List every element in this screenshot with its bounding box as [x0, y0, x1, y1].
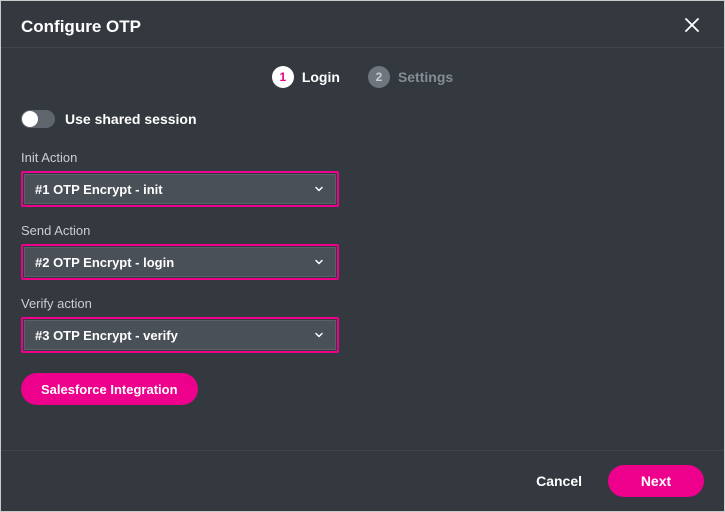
chevron-down-icon: [313, 256, 325, 268]
chevron-down-icon: [313, 183, 325, 195]
modal-header: Configure OTP: [1, 1, 724, 48]
init-action-label: Init Action: [21, 150, 704, 165]
cancel-button[interactable]: Cancel: [536, 473, 582, 489]
shared-session-row: Use shared session: [21, 110, 704, 128]
send-action-highlight: #2 OTP Encrypt - login: [21, 244, 339, 280]
shared-session-label: Use shared session: [65, 111, 197, 127]
next-button[interactable]: Next: [608, 465, 704, 497]
modal-footer: Cancel Next: [1, 450, 724, 511]
verify-action-group: Verify action #3 OTP Encrypt - verify: [21, 296, 704, 353]
chevron-down-icon: [313, 329, 325, 341]
salesforce-integration-label: Salesforce Integration: [41, 382, 178, 397]
init-action-value: #1 OTP Encrypt - init: [35, 182, 163, 197]
step-settings[interactable]: 2 Settings: [368, 66, 453, 88]
configure-otp-modal: Configure OTP 1 Login 2 Settings Use sha…: [0, 0, 725, 512]
step-number: 2: [368, 66, 390, 88]
init-action-select[interactable]: #1 OTP Encrypt - init: [24, 174, 336, 204]
next-label: Next: [641, 473, 671, 489]
verify-action-highlight: #3 OTP Encrypt - verify: [21, 317, 339, 353]
wizard-steps: 1 Login 2 Settings: [1, 48, 724, 98]
step-number: 1: [272, 66, 294, 88]
verify-action-label: Verify action: [21, 296, 704, 311]
salesforce-integration-button[interactable]: Salesforce Integration: [21, 373, 198, 405]
modal-body: Use shared session Init Action #1 OTP En…: [1, 98, 724, 450]
step-login[interactable]: 1 Login: [272, 66, 340, 88]
send-action-label: Send Action: [21, 223, 704, 238]
close-icon: [683, 16, 701, 39]
send-action-select[interactable]: #2 OTP Encrypt - login: [24, 247, 336, 277]
close-button[interactable]: [680, 15, 704, 39]
send-action-value: #2 OTP Encrypt - login: [35, 255, 174, 270]
init-action-highlight: #1 OTP Encrypt - init: [21, 171, 339, 207]
cancel-label: Cancel: [536, 473, 582, 489]
toggle-knob: [22, 111, 38, 127]
init-action-group: Init Action #1 OTP Encrypt - init: [21, 150, 704, 207]
verify-action-select[interactable]: #3 OTP Encrypt - verify: [24, 320, 336, 350]
step-label: Settings: [398, 69, 453, 85]
verify-action-value: #3 OTP Encrypt - verify: [35, 328, 178, 343]
shared-session-toggle[interactable]: [21, 110, 55, 128]
step-label: Login: [302, 69, 340, 85]
send-action-group: Send Action #2 OTP Encrypt - login: [21, 223, 704, 280]
modal-title: Configure OTP: [21, 17, 141, 37]
